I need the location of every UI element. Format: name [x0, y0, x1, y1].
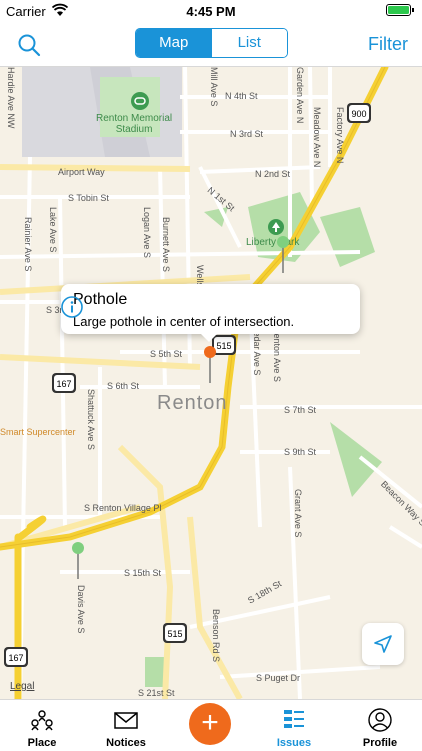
issue-pin-selected[interactable]: [203, 345, 217, 385]
route-shield-icon: 167: [4, 647, 28, 667]
street-label: S Puget Dr: [256, 673, 301, 683]
svg-text:515: 515: [167, 629, 182, 639]
street-label: S Renton Village Pl: [84, 503, 162, 513]
street-label: S 5th St: [150, 349, 183, 359]
status-bar: Carrier 4:45 PM: [0, 0, 422, 22]
street-label: Mill Ave S: [209, 67, 219, 107]
svg-text:900: 900: [351, 109, 366, 119]
street-label: Hardie Ave NW: [6, 67, 16, 129]
tab-label: Issues: [276, 737, 312, 749]
battery-icon: [386, 4, 414, 16]
svg-text:515: 515: [216, 341, 231, 351]
city-label: Renton: [157, 392, 228, 414]
street-label: S 15th St: [124, 568, 162, 578]
street-label: Rainier Ave S: [23, 217, 33, 272]
issue-pin-green[interactable]: [71, 541, 85, 581]
tab-notices[interactable]: Notices: [84, 700, 168, 751]
filter-button[interactable]: Filter: [368, 34, 408, 55]
route-shield-icon: 167: [52, 373, 76, 393]
street-label: Renton Ave S: [272, 327, 282, 382]
issue-callout[interactable]: Pothole Large pothole in center of inter…: [61, 284, 360, 342]
tab-label: Place: [27, 737, 57, 749]
tab-label: Profile: [362, 737, 398, 749]
callout-description: Large pothole in center of intersection.: [73, 314, 295, 329]
status-time: 4:45 PM: [186, 4, 236, 19]
place-pins-icon: [31, 710, 53, 731]
issues-list-icon: [284, 710, 304, 728]
street-label: N 3rd St: [230, 129, 264, 139]
street-label: S 7th St: [284, 405, 317, 415]
stadium-icon: [131, 92, 149, 110]
search-icon[interactable]: [16, 32, 42, 58]
segment-map[interactable]: Map: [136, 29, 212, 57]
svg-text:167: 167: [56, 379, 71, 389]
street-label: S 21st St: [138, 688, 175, 698]
route-shield-icon: 900: [347, 103, 371, 123]
street-label: Garden Ave N: [295, 67, 305, 124]
envelope-icon: [114, 712, 138, 729]
legal-link[interactable]: Legal: [10, 681, 34, 692]
tab-profile[interactable]: Profile: [338, 700, 422, 751]
map-view[interactable]: N 4th St N 3rd St N 2nd St N 1st St Airp…: [0, 67, 422, 699]
street-label: Benson Rd S: [211, 609, 221, 663]
street-label: Shattuck Ave S: [86, 389, 96, 450]
view-segmented-control: Map List: [135, 28, 288, 58]
street-label: Grant Ave S: [293, 489, 303, 538]
info-icon[interactable]: [61, 296, 83, 318]
street-label: Meadow Ave N: [312, 107, 322, 168]
locate-me-button[interactable]: [362, 623, 404, 665]
park-polygon: [330, 422, 382, 497]
street-label: S Tobin St: [68, 193, 109, 203]
store-label: Smart Supercenter: [0, 427, 76, 437]
issue-pin-green[interactable]: [276, 235, 290, 275]
segment-list[interactable]: List: [211, 29, 287, 57]
add-issue-button[interactable]: +: [189, 703, 231, 745]
street-label: N 4th St: [225, 91, 258, 101]
callout-tail: [201, 334, 217, 342]
tab-issues[interactable]: Issues: [252, 700, 336, 751]
street-label: S 9th St: [284, 447, 317, 457]
street-label: Factory Ave N: [335, 107, 345, 164]
street-label: Logan Ave S: [142, 207, 152, 258]
tab-label: Notices: [106, 737, 146, 749]
tab-place[interactable]: Place: [0, 700, 84, 751]
svg-text:167: 167: [8, 653, 23, 663]
location-arrow-icon: [374, 635, 392, 653]
street-label: Airport Way: [58, 167, 105, 177]
park-label-stadium: Renton Memorial Stadium: [96, 113, 173, 135]
street-label: Lake Ave S: [48, 207, 58, 253]
street-label: N 2nd St: [255, 169, 291, 179]
park-tree-icon: [268, 219, 284, 235]
profile-icon: [368, 708, 392, 732]
street-label: Burnett Ave S: [161, 217, 171, 272]
route-shield-icon: 515: [163, 623, 187, 643]
park-label-liberty: Liberty Park: [246, 237, 300, 248]
street-label: Davis Ave S: [76, 585, 86, 634]
street-label: S 6th St: [107, 381, 140, 391]
navigation-bar: Map List Filter: [0, 22, 422, 67]
